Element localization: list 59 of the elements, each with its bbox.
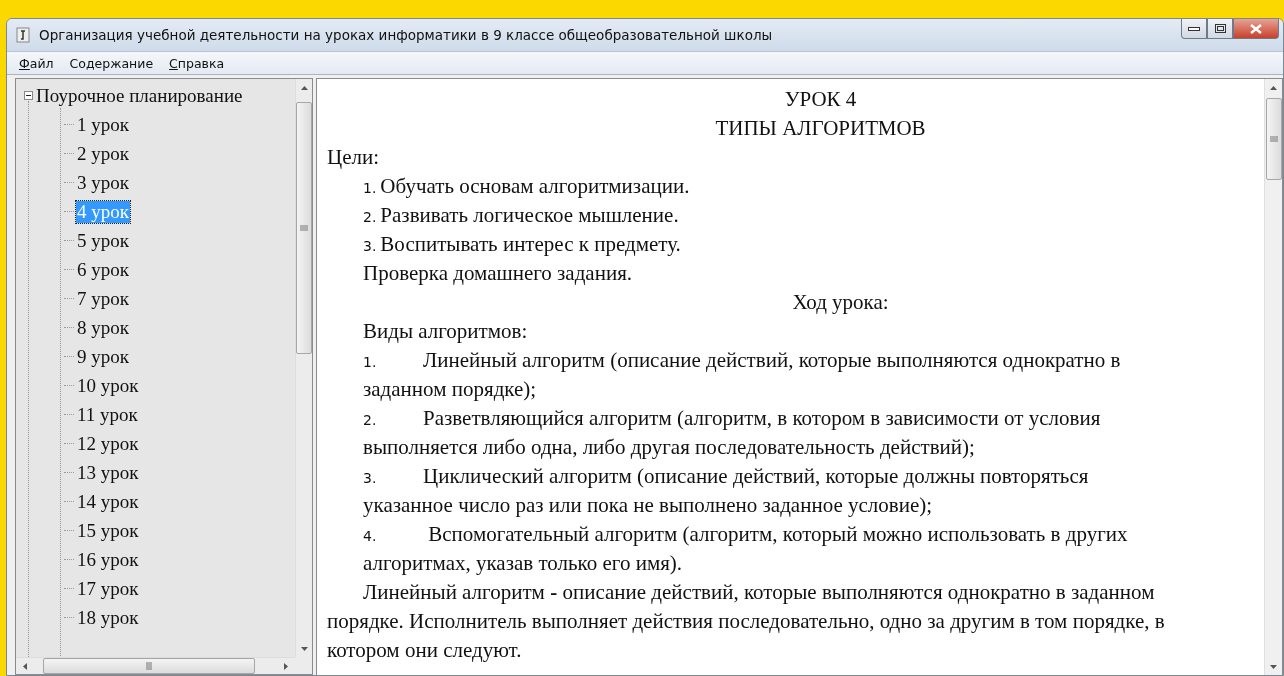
tree-item[interactable]: 7 урок [76,287,130,310]
tree-item[interactable]: 12 урок [76,432,140,455]
tree-item[interactable]: 18 урок [76,606,140,629]
document-title: ТИПЫ АЛГОРИТМОВ [714,115,927,142]
scroll-left-icon[interactable] [21,662,28,670]
minimize-icon [1188,26,1200,31]
goal-item: 1. Обучать основам алгоритмизации. [362,173,691,200]
paragraph: Линейный алгоритм - описание действий, которые выполняются однократно в заданном порядке. Исполнитель выполняет действия последовательно, одно за другим в том порядке, в котором они следуют. [327,579,1166,664]
close-icon [1250,23,1262,34]
vertical-scrollbar[interactable] [295,79,312,657]
menu-item[interactable]: Справка [161,53,233,73]
tree-item[interactable]: Поурочное планирование [36,84,243,107]
tree-item[interactable]: 2 урок [76,142,130,165]
tree-item[interactable]: 8 урок [76,316,130,339]
maximize-icon [1214,24,1226,33]
section-label: Цели: [327,144,381,171]
list-item: 1. Линейный алгоритм (описание действий, которые выполняются однократно в заданном порядке); [362,347,1122,403]
window-title: Организация учебной деятельности на уроках информатики в 9 классе общеобразовательной школы [39,27,774,43]
tree-item[interactable]: 3 урок [76,171,130,194]
tree-item[interactable]: 1 урок [76,113,130,136]
minimize-button[interactable] [1181,19,1207,39]
document-title: УРОК 4 [783,86,858,113]
scroll-down-icon[interactable] [300,645,308,652]
maximize-button[interactable] [1207,19,1233,39]
vertical-scrollbar[interactable] [1264,79,1282,675]
scroll-down-icon[interactable] [1270,663,1277,670]
tree-item[interactable]: 10 урок [76,374,140,397]
collapse-icon[interactable] [24,91,33,100]
paragraph: Виды алгоритмов: [362,318,529,345]
scroll-up-icon[interactable] [300,84,308,91]
list-item: 2. Разветвляющийся алгоритм (алгоритм, в котором в зависимости от условия выполняется либо одна, либо другая последовательность действий); [362,405,1102,461]
scrollbar-thumb[interactable] [43,658,255,674]
list-item: 4. Вспомогательный алгоритм (алгоритм, который можно использовать в других алгоритмах, указав только его имя). [362,521,1129,577]
tree-item[interactable]: 5 урок [76,229,130,252]
tree-item[interactable]: 15 урок [76,519,140,542]
goal-item: 2. Развивать логическое мышление. [362,202,680,229]
close-button[interactable] [1233,19,1279,39]
list-item: 3. Циклический алгоритм (описание действий, которые должны повторяться указанное число раз или пока не выполнено заданное условие); [362,463,1090,519]
scrollbar-thumb[interactable] [296,102,312,354]
section-heading: Ход урока: [791,289,890,316]
grip-icon [1269,135,1278,143]
tree-item[interactable]: 16 урок [76,548,140,571]
scroll-right-icon[interactable] [283,662,290,670]
tree-item[interactable]: 13 урок [76,461,140,484]
scrollbar-thumb[interactable] [1265,98,1282,180]
app-icon [15,27,31,43]
tree-item[interactable]: 11 урок [76,403,139,426]
goal-item: 3. Воспитывать интерес к предмету. [362,231,682,258]
paragraph: Проверка домашнего задания. [362,260,634,287]
tree-item[interactable]: 14 урок [76,490,140,513]
tree-item[interactable]: 9 урок [76,345,130,368]
tree-item[interactable]: 17 урок [76,577,140,600]
tree-item[interactable]: 6 урок [76,258,130,281]
menu-item[interactable]: Файл [11,53,62,73]
grip-icon [300,224,308,232]
scroll-up-icon[interactable] [1270,84,1277,91]
horizontal-scrollbar[interactable] [16,657,295,674]
menu-item[interactable]: Содержание [61,53,162,73]
grip-icon [145,662,153,670]
